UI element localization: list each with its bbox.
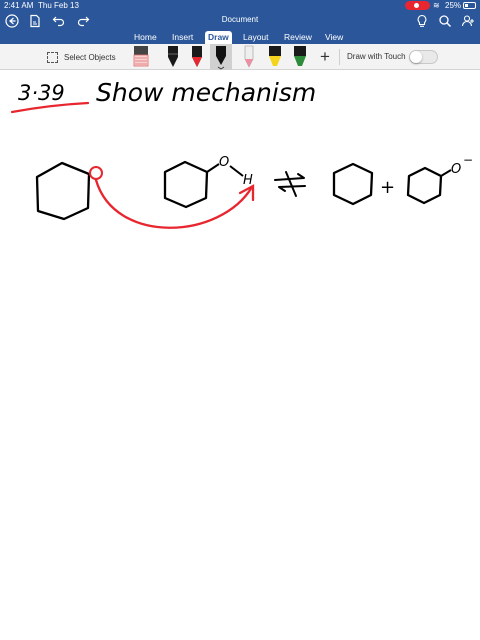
problem-number: 3·39 [18, 81, 65, 105]
battery-icon [463, 2, 476, 9]
app-chrome: 2:41 AM Thu Feb 13 ≋ 25% Document Home I… [0, 0, 480, 44]
cyclohexane-ring-alkoxide [406, 166, 443, 205]
lightbulb-icon [417, 14, 427, 27]
cyclohexane-ring-left [35, 161, 91, 221]
green-highlighter-tool[interactable] [289, 44, 311, 70]
tab-insert[interactable]: Insert [169, 31, 196, 44]
select-objects-label: Select Objects [64, 52, 116, 62]
screen-recording-icon [405, 1, 430, 10]
title-row: Document [0, 12, 480, 30]
red-pen-icon [192, 46, 202, 67]
hydrogen-label: H [243, 173, 253, 188]
pink-pencil-icon [244, 45, 254, 68]
lasso-select-icon [47, 51, 58, 63]
black-pen-icon [168, 46, 178, 67]
tab-draw[interactable]: Draw [205, 31, 232, 44]
share-button[interactable] [460, 13, 476, 29]
yellow-highlighter-icon [269, 46, 281, 66]
eraser-icon [133, 46, 149, 67]
search-button[interactable] [437, 13, 453, 29]
draw-with-touch-label: Draw with Touch [347, 52, 406, 61]
battery-percentage: 25% [445, 1, 462, 10]
eraser-tool[interactable] [130, 44, 152, 70]
pink-pencil-tool[interactable] [238, 44, 260, 70]
black-pen-tool[interactable] [162, 44, 184, 70]
ribbon-tabs: Home Insert Draw Layout Review View [0, 30, 480, 44]
search-icon [439, 15, 451, 27]
yellow-highlighter-tool[interactable] [264, 44, 286, 70]
select-objects-button[interactable]: Select Objects [47, 50, 116, 64]
ink-layer: 3·39 Show mechanism O H + O − [10, 78, 473, 229]
tell-me-button[interactable] [414, 13, 430, 29]
wifi-icon: ≋ [433, 1, 440, 10]
draw-toolbar: Select Objects + Draw with Touch [0, 44, 480, 70]
red-pen-tool[interactable] [186, 44, 208, 70]
oxygen-label: O [219, 155, 229, 170]
status-date: Thu Feb 13 [38, 1, 79, 10]
tab-review[interactable]: Review [281, 31, 315, 44]
tab-home[interactable]: Home [131, 31, 160, 44]
cyclohexane-ring-alcohol [163, 160, 209, 209]
mechanism-arrow [94, 178, 254, 229]
selected-pen-tool[interactable] [210, 44, 232, 70]
o-h-bond [229, 165, 244, 177]
add-person-icon [461, 15, 474, 27]
status-bar: 2:41 AM Thu Feb 13 ≋ 25% [0, 0, 480, 12]
document-canvas[interactable]: 3·39 Show mechanism O H + O − [0, 70, 480, 640]
toolbar-divider [339, 49, 340, 65]
c-o-bond [206, 163, 220, 173]
draw-with-touch-toggle[interactable] [409, 50, 438, 64]
tab-layout[interactable]: Layout [240, 31, 272, 44]
cyclohexane-ring-product [332, 162, 374, 206]
status-time: 2:41 AM [4, 1, 34, 10]
tab-view[interactable]: View [322, 31, 346, 44]
plus-sign: + [380, 177, 395, 198]
lone-pair-circle [89, 166, 103, 180]
heading-text: Show mechanism [96, 78, 316, 107]
alkoxide-bond [440, 169, 452, 177]
strike-through-mark [285, 171, 297, 197]
negative-charge-label: − [463, 153, 473, 167]
toggle-knob [410, 51, 422, 63]
black-pen-selected-icon [216, 46, 226, 70]
document-title: Document [221, 15, 259, 24]
green-highlighter-icon [294, 46, 306, 66]
alkoxide-oxygen-label: O [451, 162, 461, 177]
add-pen-button[interactable]: + [317, 47, 333, 67]
